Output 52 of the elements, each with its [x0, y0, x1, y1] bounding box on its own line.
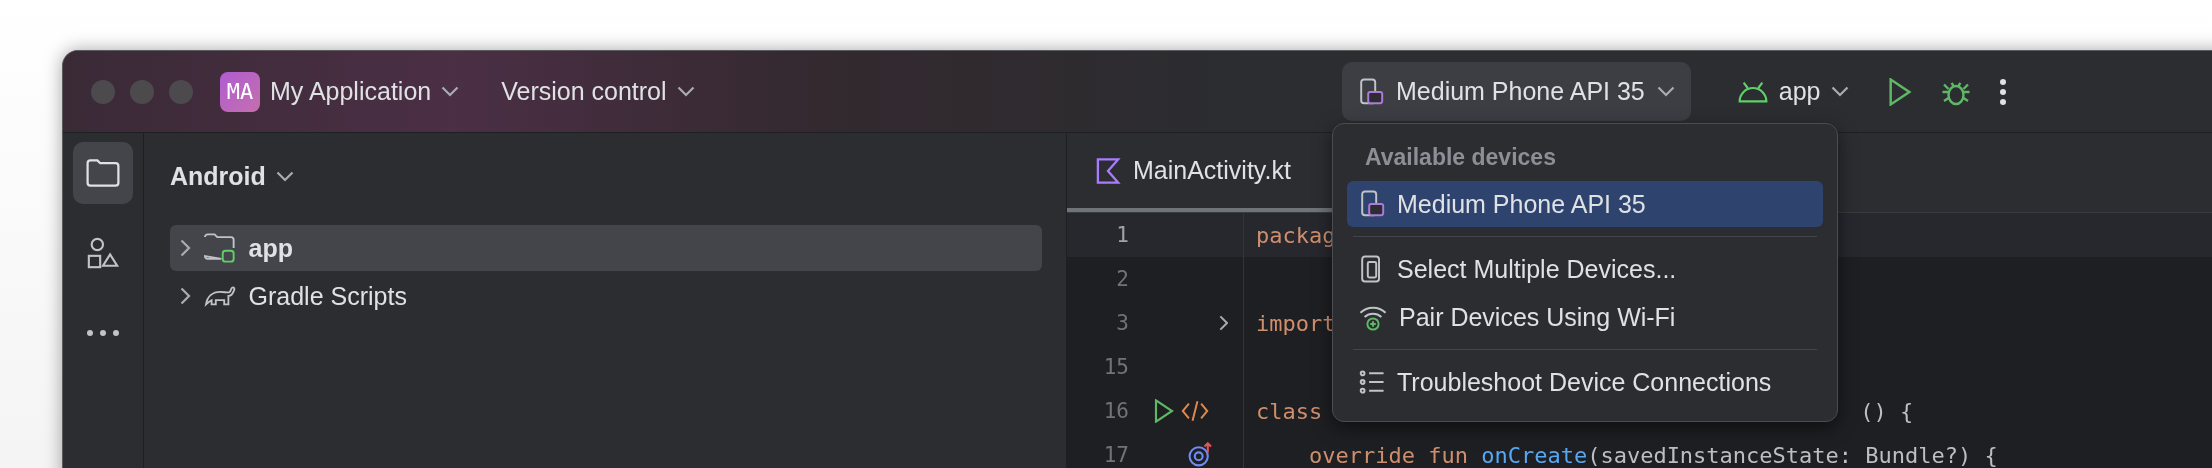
- shapes-icon: [86, 236, 120, 270]
- list-icon: [1359, 369, 1385, 395]
- tree-item[interactable]: Gradle Scripts: [170, 273, 1042, 319]
- menu-item[interactable]: Medium Phone API 35: [1347, 181, 1823, 227]
- menu-item[interactable]: Troubleshoot Device Connections: [1347, 359, 1823, 405]
- chevron-down-icon: [676, 86, 695, 97]
- phone-icon: [1358, 77, 1384, 106]
- chevron-down-icon: [441, 86, 460, 97]
- line-number: 3: [1115, 311, 1129, 335]
- chevron-down-icon: [275, 171, 294, 182]
- tool-window-button[interactable]: [73, 142, 133, 204]
- line-number: 1: [1115, 223, 1129, 247]
- device-selector[interactable]: Medium Phone API 35: [1342, 62, 1691, 121]
- line-number: 2: [1115, 267, 1129, 291]
- line-number: 15: [1102, 355, 1129, 379]
- fold-chevron-icon[interactable]: [1219, 315, 1229, 331]
- chevron-right-icon: [180, 239, 191, 257]
- folder-icon: [86, 159, 120, 187]
- tree-item-label: app: [248, 233, 293, 263]
- phone-icon: [1359, 190, 1385, 218]
- code-text: class: [1256, 398, 1323, 424]
- menu-header: Available devices: [1364, 143, 1557, 172]
- more-icon: [86, 329, 120, 337]
- code-text: import: [1256, 310, 1336, 336]
- override-icon[interactable]: [1187, 442, 1213, 468]
- menu-item[interactable]: Pair Devices Using Wi-Fi: [1347, 294, 1823, 340]
- run-configuration-selector[interactable]: app: [1726, 71, 1859, 112]
- tree-item-label: Gradle Scripts: [248, 281, 407, 311]
- tree-item[interactable]: app: [170, 225, 1042, 271]
- code-text: packag: [1256, 222, 1336, 248]
- code-text: onCreate: [1481, 442, 1588, 468]
- chevron-right-icon: [180, 287, 191, 305]
- chevron-down-icon: [1656, 86, 1675, 97]
- module-folder-icon: [202, 233, 237, 263]
- code-icon[interactable]: [1181, 400, 1209, 422]
- project-selector[interactable]: My Application: [260, 71, 470, 112]
- project-badge: MA: [220, 71, 260, 112]
- line-number: 17: [1102, 443, 1129, 467]
- chevron-right-icon: [1219, 315, 1229, 331]
- run-icon[interactable]: [1153, 399, 1175, 423]
- view-selector[interactable]: Android: [170, 162, 294, 191]
- code-text: override fun: [1309, 442, 1469, 468]
- line-number: 16: [1102, 399, 1129, 423]
- menu-item[interactable]: Select Multiple Devices...: [1347, 246, 1823, 292]
- kotlin-file-icon: [1095, 157, 1121, 184]
- chevron-down-icon: [1830, 86, 1849, 97]
- code-text: (savedInstanceState: Bundle?) {: [1587, 442, 1998, 468]
- code-text: () {: [1860, 398, 1914, 424]
- version-control-menu[interactable]: Version control: [491, 71, 705, 112]
- run-icon[interactable]: [1886, 77, 1913, 106]
- more-icon[interactable]: [1998, 77, 2007, 106]
- android-icon: [1736, 80, 1769, 103]
